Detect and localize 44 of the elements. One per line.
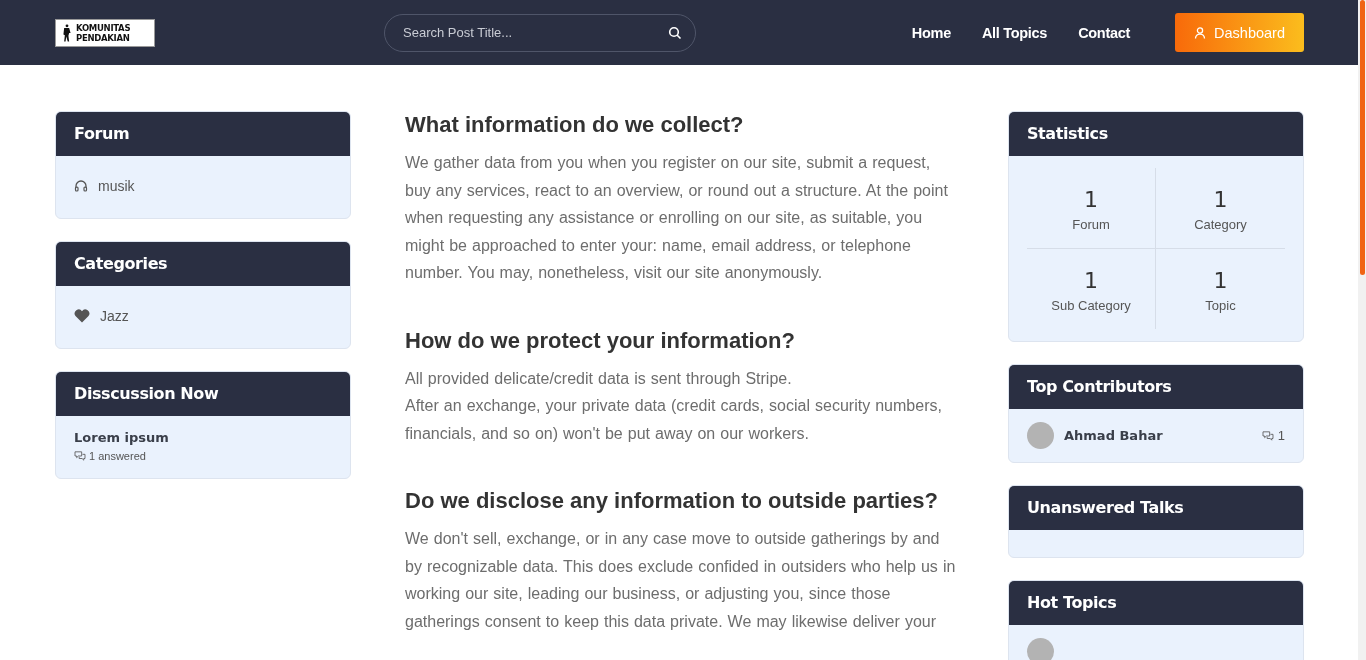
avatar xyxy=(1027,638,1054,660)
stat-value: 1 xyxy=(1083,187,1099,213)
headphones-icon xyxy=(74,179,88,193)
logo-text: KOMUNITAS xyxy=(76,22,131,33)
logo[interactable]: KOMUNITAS PENDAKIAN xyxy=(55,18,155,47)
search-field[interactable]: Search Post Title... xyxy=(384,13,696,52)
paragraph: After an exchange, your private data (credit cards, social security numbers, financials, and so on) won't be put away on our workers. xyxy=(405,396,943,444)
nav-link[interactable]: Contact xyxy=(1078,24,1130,41)
stat-label: Topic xyxy=(1204,298,1237,313)
search-icon[interactable] xyxy=(668,25,682,40)
nav-link[interactable]: All Topics xyxy=(981,24,1048,41)
discussion-title[interactable]: Lorem ipsum xyxy=(74,430,332,445)
card-title: Top Contributors xyxy=(1009,365,1303,409)
nav-link[interactable]: Home xyxy=(911,24,951,41)
category-link[interactable]: Jazz xyxy=(100,308,129,324)
comments-icon xyxy=(74,451,86,461)
card-title: Statistics xyxy=(1009,112,1303,156)
stat-value: 1 xyxy=(1083,268,1099,294)
paragraph: We don't sell, exchange, or in any case move to outside gatherings by and by recognizable data. This does exclude confided in outsiders who help us in working our site, leading our business, or adjusting you, since those gatherings consent to keep this data private. We may likewise deliver your xyxy=(405,529,956,632)
forum-link[interactable]: musik xyxy=(98,178,135,194)
section-heading: Do we disclose any information to outside parties? xyxy=(405,487,939,515)
stat-value: 1 xyxy=(1212,187,1229,213)
card-title: Unanswered Talks xyxy=(1009,486,1303,530)
answer-count: 1 answered xyxy=(89,450,146,462)
comment-count: 1 xyxy=(1277,428,1285,443)
card-title: Forum xyxy=(56,112,350,156)
card-title: Categories xyxy=(56,242,350,286)
card-title: Disscussion Now xyxy=(56,372,350,416)
card-title: Hot Topics xyxy=(1009,581,1303,625)
stat-label: Forum xyxy=(1071,217,1111,232)
avatar xyxy=(1027,422,1054,449)
comments-icon xyxy=(1261,430,1274,441)
heart-icon xyxy=(74,309,90,323)
stat-label: Sub Category xyxy=(1050,298,1132,313)
section-heading: What information do we collect? xyxy=(405,111,745,139)
logo-text: PENDAKIAN xyxy=(76,32,131,43)
section-heading: How do we protect your information? xyxy=(405,326,796,355)
scrollbar[interactable] xyxy=(1358,0,1366,660)
stat-label: Category xyxy=(1193,217,1248,232)
user-icon xyxy=(1194,26,1207,39)
paragraph: All provided delicate/credit data is sent through Stripe. xyxy=(405,368,793,389)
paragraph: We gather data from you when you register on our site, submit a request, buy any services, react to an overview, or round out a structure. At the point when requesting any assistance or enrolling on our site, as suitable, you might be approached to enter your: name, email address, or telephone number. You may, nonetheless, visit our site anonymously. xyxy=(405,153,949,283)
stat-value: 1 xyxy=(1212,268,1229,294)
contributor-name[interactable]: Ahmad Bahar xyxy=(1064,428,1262,443)
